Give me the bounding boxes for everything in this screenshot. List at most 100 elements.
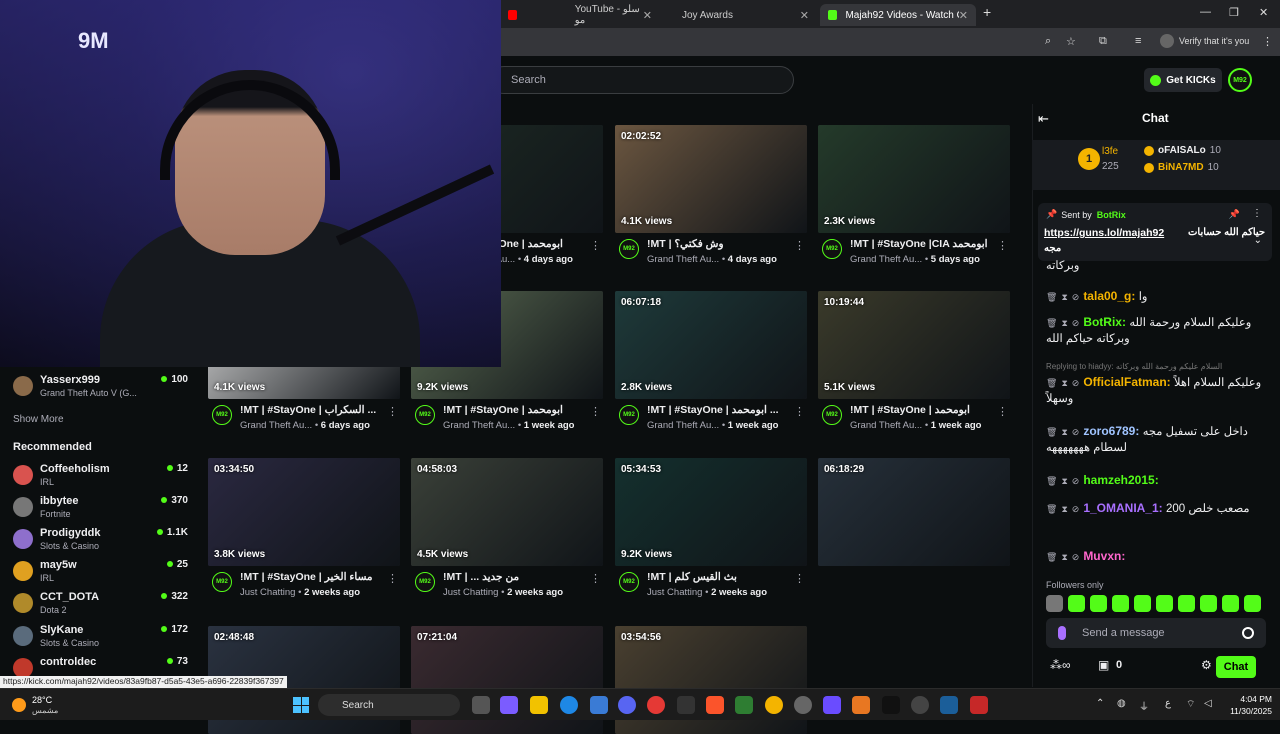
video-thumbnail[interactable]: 02:02:52 4.1K views (615, 125, 807, 233)
chat-username[interactable]: hamzeh2015 (1083, 473, 1154, 487)
restore-icon[interactable]: ❐ (1229, 6, 1239, 19)
emote-icon[interactable] (1090, 595, 1107, 612)
video-thumbnail[interactable]: 05:34:53 9.2K views (615, 458, 807, 566)
emote-icon[interactable] (1156, 595, 1173, 612)
ban-icon[interactable]: ⊘ (1072, 552, 1080, 562)
mic-icon[interactable] (1058, 626, 1066, 640)
sidebar-item-recommended[interactable]: CCT_DOTA Dota 2 322 (13, 591, 188, 621)
copilot-icon[interactable] (500, 696, 518, 714)
video-thumbnail[interactable]: 06:18:29 (818, 458, 1010, 566)
language-indicator[interactable]: ع (1165, 698, 1171, 709)
search-input[interactable]: Search (490, 66, 794, 94)
emoji-icon[interactable] (1242, 627, 1254, 639)
profile-verify-chip[interactable]: Verify that it's you (1160, 34, 1249, 48)
more-options-icon[interactable]: ⋮ (590, 572, 601, 585)
more-options-icon[interactable]: ⋮ (794, 405, 805, 418)
video-title[interactable]: !MT | ... من جديد (443, 571, 589, 583)
timeout-icon[interactable]: ⧗ (1061, 427, 1067, 437)
tiktok-icon[interactable] (882, 696, 900, 714)
delete-icon[interactable]: 🗑 (1046, 504, 1057, 514)
sidebar-item-yasserx999[interactable]: Yasserx999 Grand Theft Auto V (G... 100 (13, 374, 188, 404)
video-category[interactable]: Grand Theft Au... (443, 420, 515, 431)
ban-icon[interactable]: ⊘ (1072, 318, 1080, 328)
chat-username[interactable]: 1_OMANIA_1 (1083, 501, 1158, 515)
sidebar-item-recommended[interactable]: Coffeeholism IRL 12 (13, 463, 188, 493)
channel-avatar[interactable]: M92 (415, 572, 435, 592)
task-view-icon[interactable] (472, 696, 490, 714)
video-thumbnail[interactable]: 03:34:50 3.8K views (208, 458, 400, 566)
volume-icon[interactable]: ◁ (1204, 698, 1212, 709)
store-icon[interactable] (590, 696, 608, 714)
emote-icon[interactable] (1068, 595, 1085, 612)
video-category[interactable]: Just Chatting (647, 587, 702, 598)
weather-widget[interactable]: 28°C مشمس (10, 693, 70, 717)
channel-avatar[interactable]: M92 (212, 572, 232, 592)
delete-icon[interactable]: 🗑 (1046, 292, 1057, 302)
start-button[interactable] (293, 697, 309, 713)
clock[interactable]: 4:04 PM 11/30/2025 (1220, 693, 1272, 717)
more-options-icon[interactable]: ⋮ (1252, 208, 1262, 219)
window-close-icon[interactable]: ✕ (1259, 6, 1268, 19)
emote-icon[interactable] (1178, 595, 1195, 612)
more-options-icon[interactable]: ⋮ (794, 572, 805, 585)
emote-icon[interactable] (1134, 595, 1151, 612)
video-thumbnail[interactable]: 2.3K views (818, 125, 1010, 233)
sidebar-item-recommended[interactable]: may5w IRL 25 (13, 559, 188, 589)
emote-icon[interactable] (1222, 595, 1239, 612)
emote-icon[interactable] (1244, 595, 1261, 612)
tab-majah92-videos[interactable]: Majah92 Videos - Watch On-Dem ✕ (820, 4, 976, 26)
app-icon[interactable] (765, 696, 783, 714)
chat-input[interactable]: Send a message (1046, 618, 1266, 648)
video-category[interactable]: Just Chatting (443, 587, 498, 598)
ban-icon[interactable]: ⊘ (1072, 378, 1080, 388)
tab-joy-awards[interactable]: Joy Awards ✕ (672, 4, 817, 26)
close-icon[interactable]: ✕ (800, 9, 809, 22)
chat-message[interactable]: 🗑 ⧗ ⊘ zoro6789: داخل على تسفيل مجه لسطام هه… (1046, 423, 1270, 456)
delete-icon[interactable]: 🗑 (1046, 552, 1057, 562)
chat-username[interactable]: BotRix (1083, 315, 1122, 329)
media-control-icon[interactable]: ≡ (1135, 35, 1141, 47)
get-kicks-button[interactable]: Get KICKs (1144, 68, 1222, 92)
steam-icon[interactable] (940, 696, 958, 714)
ban-icon[interactable]: ⊘ (1072, 427, 1080, 437)
channel-avatar[interactable]: M92 (822, 239, 842, 259)
settings-gear-icon[interactable]: ⚙ (1201, 658, 1212, 672)
pinned-link[interactable]: https://guns.lol/majah92 (1044, 227, 1164, 239)
video-title[interactable]: !MT | بث القيس كلم (647, 571, 793, 583)
channel-avatar[interactable]: M92 (619, 405, 639, 425)
tab-youtube[interactable]: YouTube - سلو مو ✕ (500, 4, 660, 26)
video-thumbnail[interactable]: 10:19:44 5.1K views (818, 291, 1010, 399)
timeout-icon[interactable]: ⧗ (1061, 292, 1067, 302)
video-title[interactable]: !MT | #StayOne | ابومحمد ... (647, 404, 793, 416)
more-options-icon[interactable]: ⋮ (997, 239, 1008, 252)
chat-message[interactable]: 🗑 ⧗ ⊘ tala00_g: وا (1046, 288, 1270, 305)
video-title[interactable]: !MT | #StayOne | ابومحمد (443, 404, 589, 416)
video-title[interactable]: !MT | #StayOne | ابومحمد (850, 404, 996, 416)
video-category[interactable]: Grand Theft Au... (850, 254, 922, 265)
sidebar-item-recommended[interactable]: SlyKane Slots & Casino 172 (13, 624, 188, 654)
video-title[interactable]: !MT | #StayOne | مساء الخير (240, 571, 386, 583)
send-chat-button[interactable]: Chat (1216, 656, 1256, 678)
sidebar-item-recommended[interactable]: Prodigyddk Slots & Casino 1.1K (13, 527, 188, 557)
delete-icon[interactable]: 🗑 (1046, 427, 1057, 437)
more-options-icon[interactable]: ⋮ (997, 405, 1008, 418)
app-icon[interactable] (823, 696, 841, 714)
chat-username[interactable]: Muvxn (1083, 549, 1121, 563)
more-options-icon[interactable]: ⋮ (590, 239, 601, 252)
video-thumbnail[interactable]: 06:07:18 2.8K views (615, 291, 807, 399)
excel-icon[interactable] (735, 696, 753, 714)
chat-username[interactable]: zoro6789 (1083, 424, 1135, 438)
channel-avatar[interactable]: M92 (619, 239, 639, 259)
video-category[interactable]: Grand Theft Au... (647, 420, 719, 431)
timeout-icon[interactable]: ⧗ (1061, 318, 1067, 328)
more-options-icon[interactable]: ⋮ (590, 405, 601, 418)
chat-message[interactable]: 🗑 ⧗ ⊘ OfficialFatman: وعليكم السلام اهلاً و… (1046, 374, 1270, 407)
ban-icon[interactable]: ⊘ (1072, 292, 1080, 302)
video-category[interactable]: Just Chatting (240, 587, 295, 598)
video-category[interactable]: Grand Theft Au... (240, 420, 312, 431)
new-tab-button[interactable]: + (983, 4, 991, 20)
timeout-icon[interactable]: ⧗ (1061, 378, 1067, 388)
chat-message[interactable]: 🗑 ⧗ ⊘ 1_OMANIA_1: مصعب خلص 200 (1046, 500, 1270, 517)
emote-icon[interactable] (1200, 595, 1217, 612)
taskbar-search[interactable]: Search (318, 694, 460, 716)
